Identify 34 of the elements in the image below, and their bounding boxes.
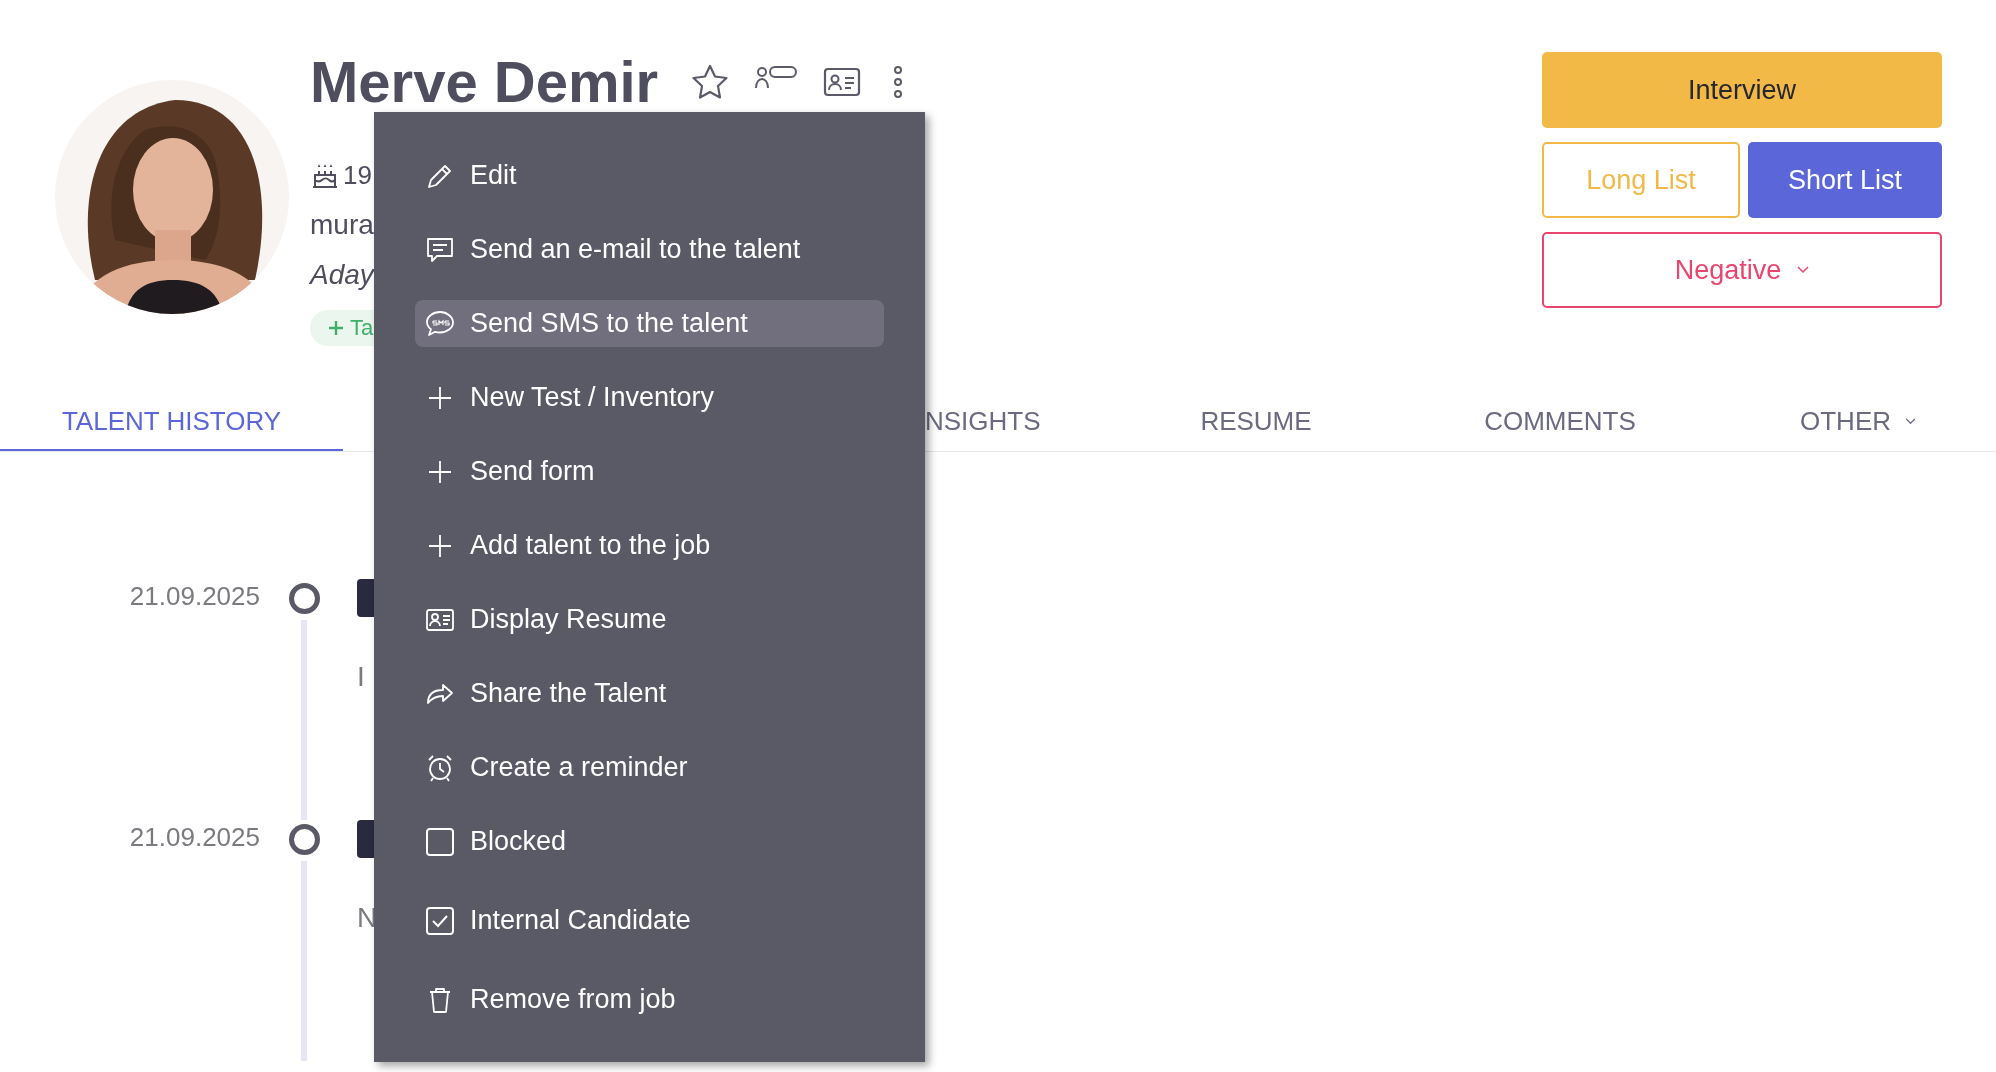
menu-item[interactable]: Create a reminder	[415, 744, 884, 791]
caret-icon	[1905, 418, 1916, 425]
checkbox[interactable]	[424, 825, 456, 858]
menu-item[interactable]: Edit	[415, 152, 884, 199]
menu-item[interactable]: New Test / Inventory	[415, 374, 884, 421]
event-date: 21.09.2025	[128, 821, 260, 854]
tab[interactable]: COMMENTS	[1437, 406, 1683, 451]
timeline-dot	[288, 583, 320, 614]
menu-item[interactable]: Remove from job	[415, 976, 884, 1023]
event-date: 21.09.2025	[128, 580, 260, 613]
event-text: I	[357, 661, 365, 693]
checkbox[interactable]	[424, 904, 456, 937]
menu-item[interactable]: Display Resume	[415, 596, 884, 643]
birth-date: 19	[343, 159, 372, 191]
status-text: Aday	[310, 259, 374, 291]
stage-button[interactable]: Short List	[1748, 142, 1942, 218]
talent-name: Merve Demir	[310, 53, 659, 111]
tab[interactable]: OTHER	[1744, 406, 1996, 451]
email-text: mura	[310, 209, 374, 241]
menu-item[interactable]: Add talent to the job	[415, 522, 884, 569]
timeline-dot	[288, 824, 320, 855]
tab[interactable]: RESUME	[1075, 406, 1437, 451]
tab[interactable]: NSIGHTS	[925, 406, 1075, 451]
stage-button[interactable]: Negative	[1542, 232, 1942, 308]
menu-item[interactable]: Send SMS to the talent	[415, 300, 884, 347]
menu-item[interactable]: Send form	[415, 448, 884, 495]
stage-button[interactable]: Interview	[1542, 52, 1942, 128]
menu-item[interactable]: Share the Talent	[415, 670, 884, 717]
menu-item[interactable]: Blocked	[415, 818, 884, 865]
menu-item[interactable]: Send an e-mail to the talent	[415, 226, 884, 273]
tab[interactable]: TALENT HISTORY	[0, 406, 343, 451]
menu-item[interactable]: Internal Candidate	[415, 897, 884, 944]
caret-icon	[1797, 266, 1810, 274]
plus-icon	[328, 320, 344, 336]
